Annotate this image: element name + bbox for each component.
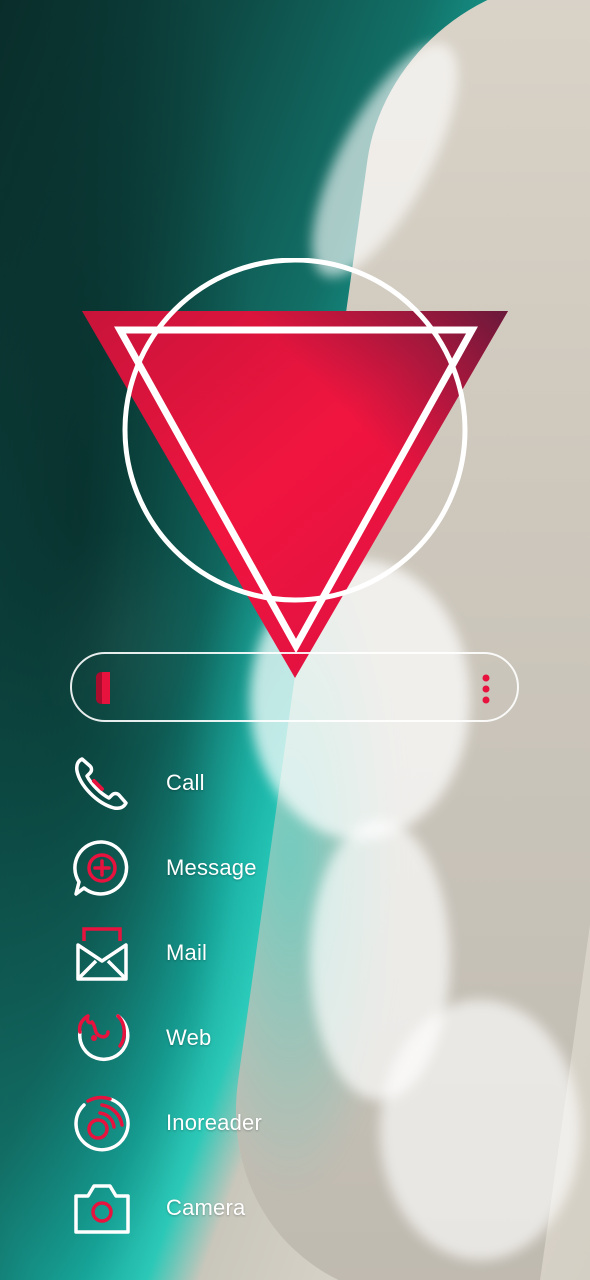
phone-icon[interactable] <box>70 751 134 815</box>
rss-icon[interactable] <box>70 1091 134 1155</box>
app-web[interactable]: Web <box>70 995 430 1080</box>
home-screen: Call Message Mail Web Inoreader Camera <box>0 0 590 1280</box>
app-label-camera: Camera <box>166 1194 246 1220</box>
app-mail[interactable]: Mail <box>70 910 430 995</box>
mail-icon[interactable] <box>70 921 134 985</box>
search-bar[interactable] <box>70 652 519 722</box>
app-list: Call Message Mail Web Inoreader Camera <box>70 740 430 1250</box>
app-label-call: Call <box>166 769 205 795</box>
app-label-mail: Mail <box>166 939 208 965</box>
app-label-inoreader: Inoreader <box>166 1109 262 1135</box>
triangle-circle-logo <box>82 258 508 678</box>
camera-icon[interactable] <box>70 1176 134 1240</box>
more-vertical-icon[interactable] <box>481 674 491 704</box>
app-call[interactable]: Call <box>70 740 430 825</box>
app-message[interactable]: Message <box>70 825 430 910</box>
app-camera[interactable]: Camera <box>70 1165 430 1250</box>
logo-triangle-shade <box>82 311 508 678</box>
firefox-icon[interactable] <box>70 1006 134 1070</box>
app-label-web: Web <box>166 1024 212 1050</box>
app-label-message: Message <box>166 854 257 880</box>
app-inoreader[interactable]: Inoreader <box>70 1080 430 1165</box>
message-plus-icon[interactable] <box>70 836 134 900</box>
brand-logo-icon[interactable] <box>92 670 116 706</box>
